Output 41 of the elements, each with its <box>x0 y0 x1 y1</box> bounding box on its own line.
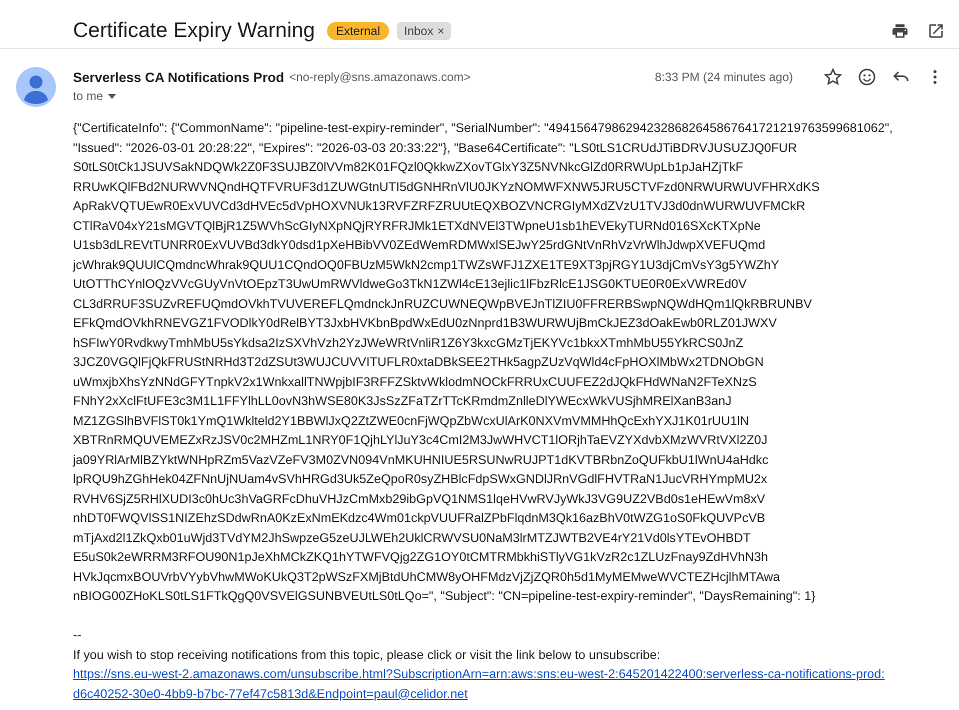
message-line: EFkQmdOVkhRNEVGZ1FVODlkY0dRelBYT3JxbHVKbnBpdWxEdU0zNnprd1B3WURWUjBmCkJEZ3dOakEwb0RLZ01JWXV <box>73 315 777 332</box>
star-icon[interactable] <box>823 67 843 87</box>
message-line: nBIOG00ZHoKLS0tLS1FTkQgQ0VSVElGSUNBVEUtLS0tLQo=", "Subject": "CN=pipeline-test-expiry-reminder", "DaysRemaining": 1} <box>73 588 816 605</box>
external-label: External <box>326 22 389 40</box>
message-line: "Issued": "2026-03-01 20:28:22", "Expires": "2026-03-03 20:33:22"}, "Base64Certificate": "LS0tLS1CRUdJTiBDRVJUSUZJQ0FUR <box>73 140 797 157</box>
caret-icon[interactable] <box>107 91 118 101</box>
avatar <box>16 67 56 107</box>
message-line: uWmxjbXhsYzNNdGFYTnpkV2x1WnkxallTNWpjbIF3RFFZSktvWklodmNOCkFRRUxCUUFEZ2dJQkFHdWNaN2FTeXNzS <box>73 374 757 391</box>
message-line: HVkJqcmxBOUVrbVYybVhwMWoKUkQ3T2pWSzFXMjBtdUhCMW8yOHFMdzVjZjZQR0h5d1MyMEMweWVCTEZHcjlhMTAwa <box>73 568 780 586</box>
message-line: hSFIwY0RvdkwyTmhMbU5sYkdsa2IzSXVhVzh2YzJWeWRtVnliR1Z6Y3kxcGMzTjEKYVc1bkxXTmhMbU55YkRCS0JnZ <box>73 334 744 352</box>
message-line: CTlRaV04xY21sMGVTQlBjR1Z5WVhScGIyNXpNQjRYRFRJMk1ETXdNVEl3TWpneU1sb1hEVEkyTURNd016SXcKTXpNe <box>73 218 761 235</box>
message-line: MZ1ZGSlhBVFlST0k1YmQ1Wklteld2Y1BBWlJxQ2ZtZWE0cnFjWQpZbWcxUlArK0NXVmVMMHhQcExhYXJ1K01rUU1lN <box>73 412 749 430</box>
message-line: mTjAxd2l1ZkQxb01uWjd3TVdYM2JhSwpzeG5zeUJLWEh2UklCRWVSU0NaM3lrMTZJWTB2VE4rY21Vd0lsYTEvOHBDT <box>73 530 751 547</box>
message-line: RRUwKQlFBd2NURWVNQndHQTFVRUF3d1ZUWGtnUTI5dGNHRnVlU0JKYzNOMWFXNW5JRU5CTVFzd0NRWURWUVFHRXdKS <box>73 178 820 196</box>
message-line: 3JCZ0VGQlFjQkFRUStNRHd3T2dZSUt3WUJCUVVITUFLR0xtaDBkSEE2THk5agpZUzVqWld4cFpHOXlMbWx2TDNObGN <box>73 354 764 371</box>
message-line: CL3dRRUF3SUZvREFUQmdOVkhTVUVEREFLQmdnckJnRUZCUWNEQWpBVEJnTlZIU0FFRERBSwpNQWdHQm1lQkRBRUNBV <box>73 296 812 313</box>
recipient-label: to me <box>73 89 104 103</box>
message-line: nhDT0FWQVlSS1NIZEhzSDdwRnA0KzExNmEKdzc4Wm01ckpVUUFRalZPbFlqdnM3Qk16azBhV0tWZG1oS0FkQUVPcVB <box>73 510 766 527</box>
open-in-new-window-icon[interactable] <box>927 22 945 40</box>
message-line: lpRQU9hZGhHek04ZFNnUjNUam4vSVhHRGd3Uk5ZeQpoR0syZHBlcFdpSWxGNDlJRnVGdlFHVTRaN1JucVRHYmpMU2x <box>73 471 768 488</box>
message-line: ja09YRlArMlBZYktWNHpRZm5VazVZeFV3M0ZVN094VnMKUHNIUE5RSUNwRUJPT1dKVTBRbnZoQUFkbU1lWnU4aHdkc <box>73 452 768 469</box>
message-line: FNhY2xXclFtUFE3c3M1L1FFYlhLL0ovN3hWSE80K3JsSzZFaTZrTTcKRmdmZnlleDlYWEcxWkVUSjhMRElXanB3anJ <box>73 393 732 410</box>
inbox-label[interactable]: Inbox × <box>397 22 452 40</box>
message-line: RVHV6SjZ5RHlXUDI3c0hUc3hVaGRFcDhuVHJzCmMxb29ibGpVQ1NMS1lqeHVwRVJyWkJ3VG9UZ2VBd0s1eHEwVm8xV <box>73 490 766 508</box>
unsubscribe-link[interactable]: https://sns.eu-west-2.amazonaws.com/unsubscribe.html?SubscriptionArn=arn:aws:sns:eu-west-2:645201422400:serverless-ca-notifications-prod: d6c40252-30e0-4bb9-b7bc-77ef47c5813d&Endpoint=paul@celidor.net <box>73 665 885 704</box>
message-line: XBTRnRMQUVEMEZxRzJSV0c2MHZmL1NRY0F1QjhLYlJuY3c4CmI2M3JwWHVCT1lORjhTaEVZYXdvbXMzWVRtVXl2Z0J <box>73 432 768 449</box>
message-line: ApRakVQTUEwR0ExVUVCd3dHVEc5dVpHOXVNUk13RVFZRFZRUUtEQXBOZVNCRGIyMXdZVzU1TVJ3d0dnWURWUVFMCkR <box>73 198 806 215</box>
print-icon[interactable] <box>891 22 909 40</box>
message-line: {"CertificateInfo": {"CommonName": "pipeline-test-expiry-reminder", "SerialNumber": "494156479862942328682645867641721219763599681062", <box>73 120 893 137</box>
sender-email: <no-reply@sns.amazonaws.com> <box>289 70 471 84</box>
email-subject: Certificate Expiry Warning <box>73 19 315 43</box>
signature-separator: -- <box>73 627 82 644</box>
received-time: 8:33 PM (24 minutes ago) <box>654 70 793 84</box>
unsubscribe-text: If you wish to stop receiving notifications from this topic, please click or visit the link below to unsubscribe: <box>73 646 660 664</box>
emoji-icon[interactable] <box>857 67 877 87</box>
message-line: E5uS0k2eWRRM3RFOU90N1pJeXhMCkZKQ1hYTWFVQjg2ZG1OY0tCMTRMbkhiSTlyVG1kVzR2c1ZLUzFnay9ZdHVhN3h <box>73 549 768 566</box>
message-line: UtOTThCYnlOQzVVcGUyVnVtOEpzT3UwUmRWVldweGo3TkN1ZWl4cE13ejlic1lFbzRlcE1JSG0KTUE0R0ExVWREd0V <box>73 276 747 293</box>
message-line: jcWhrak9QUUlCQmdncWhrak9QUU1CQndOQ0FBUzM5WkN2cmp1TWZsWFJ1ZXE1TE9XT3pjRGY1U3djCmVsY3g5YWZhY <box>73 256 780 274</box>
message-line: U1sb3dLREVtTUNRR0ExVUVBd3dkY0dsd1pXeHBibVV0ZEdWemRDMWxlSEJwY25rdGNtVnRhVzVrWlhJdwpXVEFUQmd <box>73 237 766 254</box>
sender-name: Serverless CA Notifications Prod <box>73 70 284 84</box>
message-line: S0tLS0tCk1JSUVSakNDQWk2Z0F3SUJBZ0lVVm82K01FQzl0QkkwZXovTGlxY3Z5NVNkcGlZd0RRWUpLb1pJaHZjTkF <box>73 159 744 176</box>
